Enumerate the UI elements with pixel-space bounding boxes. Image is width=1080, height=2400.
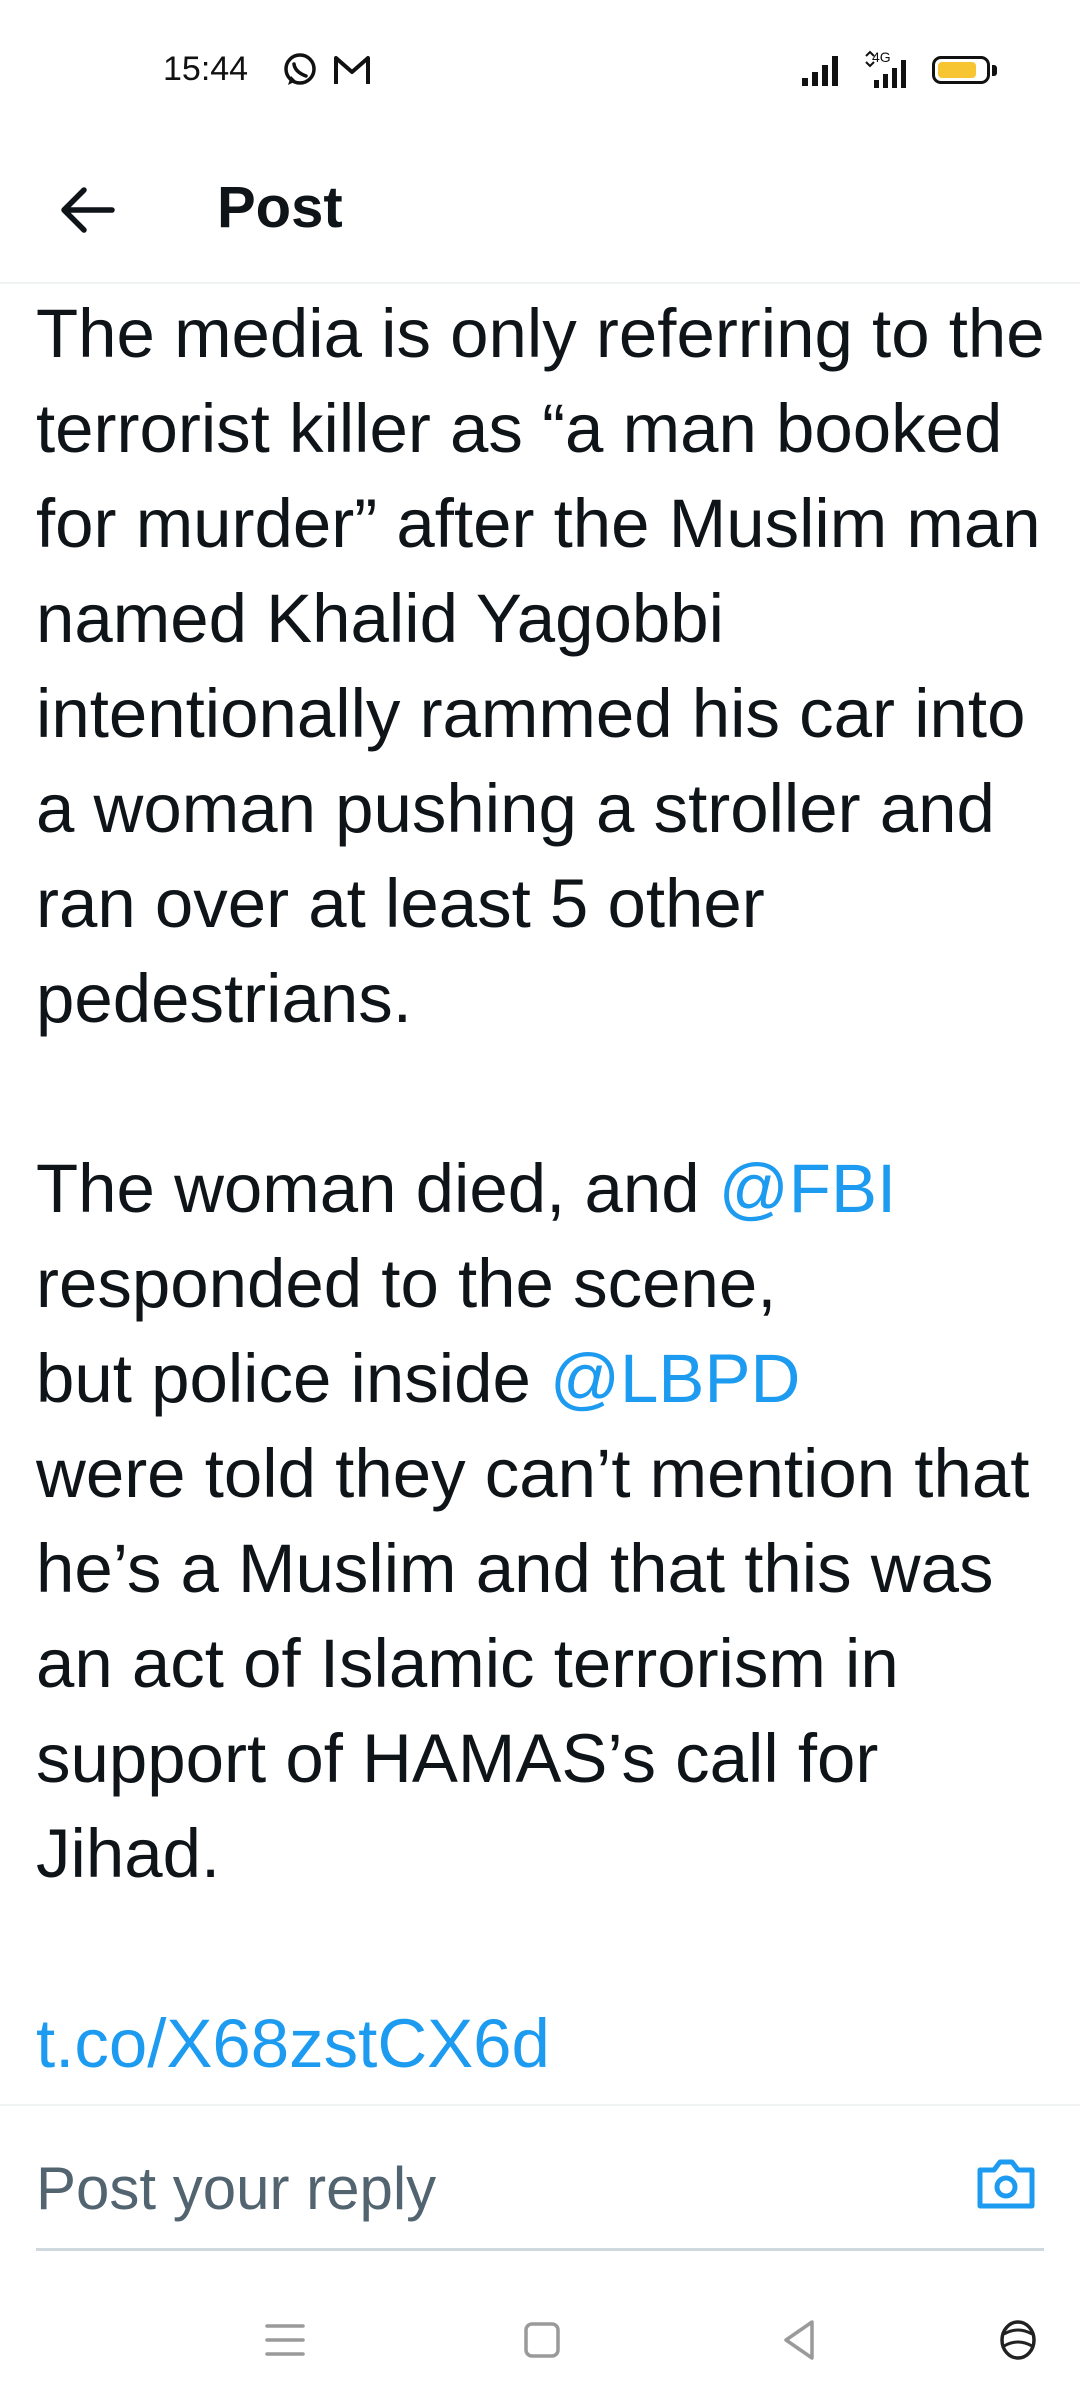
page-title: Post bbox=[217, 175, 343, 240]
signal-4g-icon: 4G bbox=[865, 50, 906, 88]
post-header: Post bbox=[0, 140, 1080, 284]
post-paragraph-1: The media is only referring to the terro… bbox=[36, 295, 1045, 1037]
assistant-icon[interactable] bbox=[990, 2312, 1046, 2368]
reply-bar: Post your reply bbox=[0, 2104, 1080, 2256]
post-text-segment: but police inside bbox=[36, 1340, 550, 1417]
post-text-segment: The woman died, and bbox=[36, 1150, 719, 1227]
back-button[interactable] bbox=[48, 170, 128, 250]
post-link[interactable]: t.co/X68zstCX6d bbox=[36, 1996, 1056, 2091]
post-paragraph-2: The woman died, and @FBI responded to th… bbox=[36, 1141, 1056, 1901]
home-square-icon[interactable] bbox=[514, 2312, 570, 2368]
arrow-left-icon bbox=[61, 187, 115, 233]
post-text: The media is only referring to the terro… bbox=[36, 286, 1056, 2091]
battery-tip bbox=[992, 65, 997, 76]
battery-icon bbox=[932, 56, 990, 84]
post-text-segment: were told they can’t mention that he’s a… bbox=[36, 1435, 1030, 1892]
back-triangle-icon[interactable] bbox=[772, 2312, 828, 2368]
reply-divider bbox=[36, 2248, 1044, 2251]
whatsapp-icon bbox=[284, 53, 316, 85]
battery-level bbox=[938, 62, 976, 78]
gmail-icon bbox=[334, 56, 370, 84]
network-label: 4G bbox=[872, 50, 891, 65]
mention-lbpd-link[interactable]: @LBPD bbox=[550, 1340, 800, 1417]
system-nav-bar bbox=[0, 2270, 1080, 2400]
mention-fbi-link[interactable]: @FBI bbox=[719, 1150, 896, 1227]
reply-input[interactable]: Post your reply bbox=[36, 2154, 436, 2223]
status-time: 15:44 bbox=[163, 50, 249, 88]
menu-icon[interactable] bbox=[257, 2312, 313, 2368]
signal-icon bbox=[802, 56, 838, 86]
post-text-segment: responded to the scene, bbox=[36, 1245, 777, 1322]
camera-icon[interactable] bbox=[974, 2152, 1038, 2216]
status-bar: 15:44 4G bbox=[0, 0, 1080, 140]
